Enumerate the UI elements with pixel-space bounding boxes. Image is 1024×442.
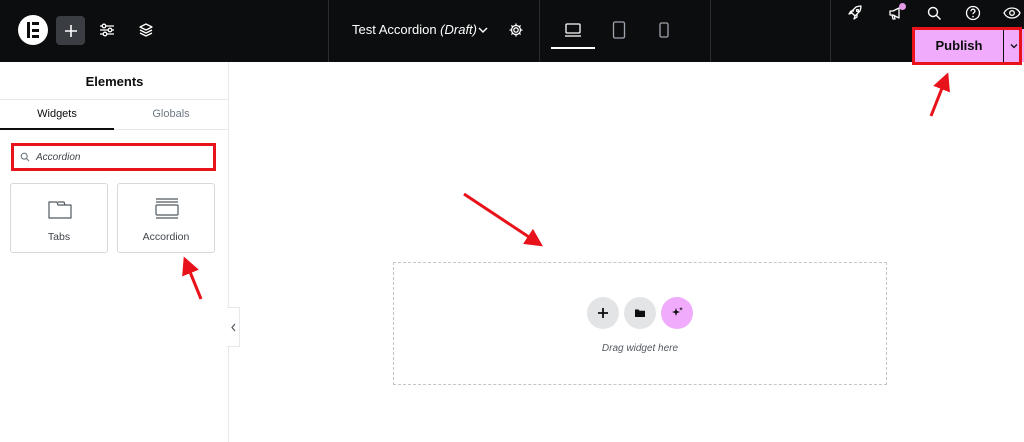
- publish-button[interactable]: Publish: [915, 29, 1003, 62]
- tab-widgets[interactable]: Widgets: [0, 108, 114, 120]
- dropzone-hint: Drag widget here: [601, 343, 679, 354]
- active-tab-indicator: [0, 128, 114, 130]
- add-section-button[interactable]: [587, 297, 619, 329]
- structure-button[interactable]: [136, 20, 156, 40]
- plus-icon: [64, 24, 77, 37]
- plus-icon: [598, 308, 608, 318]
- empty-section-dropzone[interactable]: Drag widget here: [393, 262, 887, 385]
- finder-button[interactable]: [924, 3, 944, 23]
- arrow-to-dropzone: [463, 192, 544, 247]
- add-template-button[interactable]: [624, 297, 656, 329]
- sliders-icon: [100, 23, 114, 37]
- preview-button[interactable]: [1002, 3, 1022, 23]
- elementor-logo-glyph: [27, 22, 39, 38]
- publish-options-button[interactable]: [1004, 29, 1024, 62]
- widget-accordion[interactable]: Accordion: [117, 183, 215, 253]
- elementor-logo[interactable]: [18, 15, 48, 45]
- mobile-icon: [659, 22, 669, 38]
- add-element-button[interactable]: [56, 16, 85, 45]
- search-icon: [20, 152, 30, 162]
- launchpad-button[interactable]: [845, 3, 865, 23]
- tablet-view-button[interactable]: [609, 20, 629, 40]
- accordion-icon: [155, 198, 179, 219]
- panel-title: Elements: [85, 74, 144, 89]
- document-name: Test Accordion: [352, 22, 437, 37]
- widget-tabs[interactable]: Tabs: [10, 183, 108, 253]
- layers-icon: [139, 23, 153, 37]
- search-icon: [927, 6, 941, 20]
- help-icon: [965, 5, 981, 21]
- help-button[interactable]: [963, 3, 983, 23]
- elements-panel: Elements Widgets Globals Accordion Tabs: [0, 62, 229, 442]
- collapse-panel-button[interactable]: [227, 307, 240, 347]
- widget-search-input[interactable]: Accordion: [11, 143, 216, 171]
- site-settings-button[interactable]: [97, 20, 117, 40]
- eye-icon: [1003, 7, 1021, 19]
- desktop-icon: [565, 23, 581, 37]
- search-value: Accordion: [36, 151, 81, 163]
- folder-icon: [635, 309, 645, 317]
- active-device-indicator: [551, 47, 595, 49]
- document-status: (Draft): [440, 22, 478, 37]
- sparkle-icon: [672, 307, 683, 316]
- tablet-icon: [612, 21, 626, 39]
- mobile-view-button[interactable]: [654, 20, 674, 40]
- chevron-left-icon: [230, 323, 235, 331]
- top-bar: Test Accordion (Draft) Publish: [0, 0, 1024, 62]
- chevron-down-icon: [1010, 43, 1018, 48]
- divider: [328, 0, 329, 62]
- gear-icon: [509, 23, 523, 37]
- desktop-view-button[interactable]: [563, 20, 583, 40]
- divider: [539, 0, 540, 62]
- tab-globals[interactable]: Globals: [114, 108, 228, 120]
- tabs-icon: [48, 201, 72, 219]
- arrow-to-publish: [929, 72, 950, 117]
- notification-dot: [899, 3, 906, 10]
- chevron-down-icon[interactable]: [476, 23, 490, 37]
- divider: [830, 0, 831, 62]
- widget-label: Accordion: [142, 231, 190, 243]
- divider: [710, 0, 711, 62]
- page-settings-button[interactable]: [506, 20, 526, 40]
- widget-label: Tabs: [47, 231, 71, 243]
- rocket-icon: [848, 5, 862, 20]
- ai-builder-button[interactable]: [661, 297, 693, 329]
- document-title[interactable]: Test Accordion (Draft): [352, 22, 477, 37]
- editor-window: Test Accordion (Draft) Publish Elements …: [0, 0, 1024, 442]
- divider: [0, 99, 229, 100]
